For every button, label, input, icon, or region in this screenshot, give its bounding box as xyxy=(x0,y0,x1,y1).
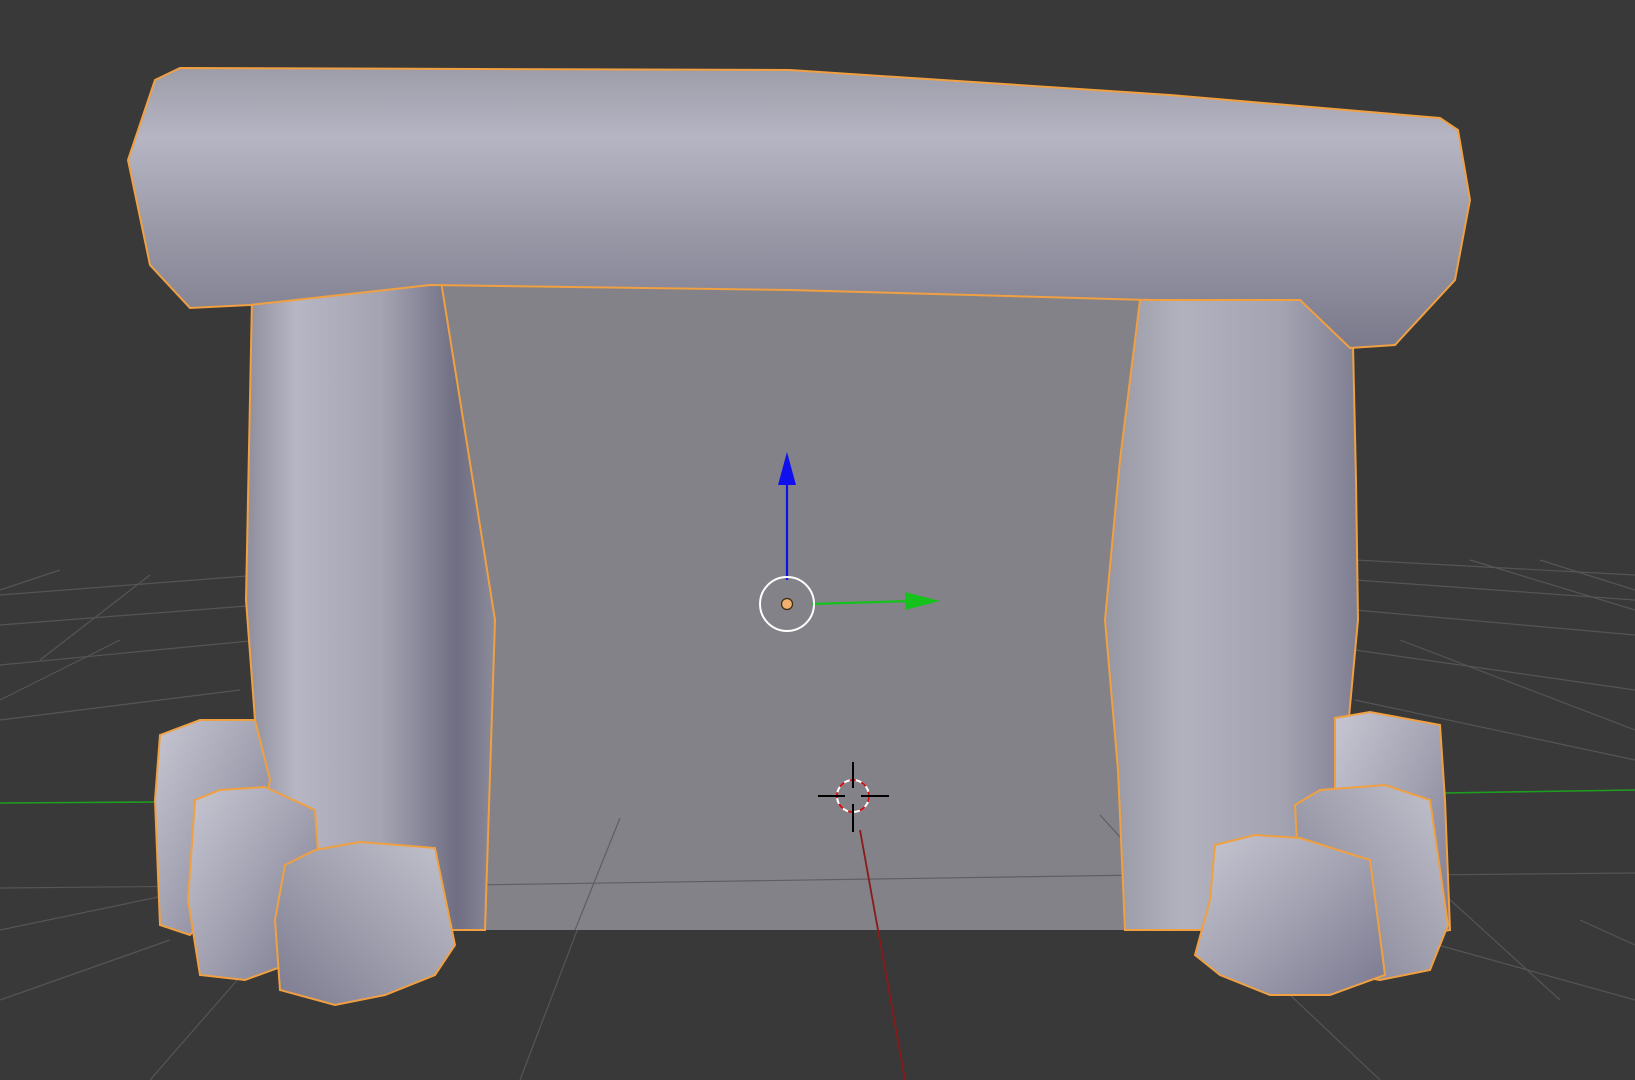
object-origin-icon xyxy=(780,597,794,611)
3d-viewport[interactable] xyxy=(0,0,1635,1080)
mesh-rock-left-front xyxy=(273,840,457,1007)
viewport-canvas[interactable] xyxy=(0,0,1635,1080)
dolmen-mesh[interactable] xyxy=(126,66,1472,1007)
mesh-rock-right-front xyxy=(1193,833,1387,996)
